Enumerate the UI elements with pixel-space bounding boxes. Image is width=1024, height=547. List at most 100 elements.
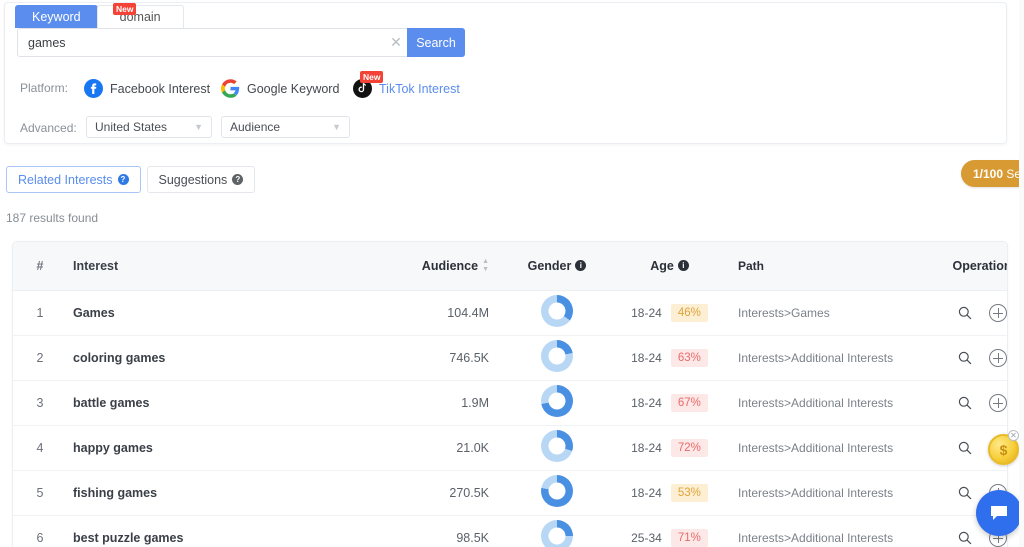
platform-option-facebook-label: Facebook Interest — [110, 81, 211, 96]
platform-option-google[interactable]: Google Keyword — [221, 79, 339, 98]
plus-circle-icon[interactable] — [989, 348, 1007, 367]
age-percent-badge: 63% — [670, 348, 708, 367]
age-range: 18-24 — [631, 305, 662, 320]
close-circle-icon[interactable]: ✕ — [1008, 430, 1019, 441]
sort-arrows-icon[interactable]: ▲ ▼ — [482, 258, 489, 273]
col-interest: Interest — [73, 258, 119, 273]
platform-option-facebook[interactable]: Facebook Interest — [84, 79, 210, 98]
row-index: 3 — [13, 379, 67, 425]
col-audience-label: Audience — [421, 258, 479, 273]
col-gender: Gender i — [507, 242, 607, 290]
help-icon[interactable]: ? — [232, 174, 244, 185]
row-age: 18-24 72% — [607, 424, 732, 470]
row-interest[interactable]: happy games — [67, 424, 397, 470]
search-input[interactable] — [18, 29, 385, 56]
row-interest[interactable]: coloring games — [67, 334, 397, 380]
gender-donut-chart — [541, 295, 573, 327]
close-x-icon[interactable]: ✕ — [385, 29, 407, 56]
table-row[interactable]: 6 best puzzle games 98.5K 25-34 71% Interests… — [13, 514, 1007, 547]
age-percent-badge: 53% — [670, 483, 708, 502]
search-card: Keyword domain New ✕ Search Platform: Fa… — [4, 2, 1007, 144]
results-count: 187 results found — [6, 211, 99, 225]
age-percent-badge: 67% — [670, 393, 708, 412]
magnifier-icon[interactable] — [957, 440, 973, 456]
tab-keyword-label: Keyword — [32, 10, 81, 24]
col-index: # — [36, 258, 44, 273]
results-table-card: # Interest Audience ▲ ▼ Gender i Age i P… — [12, 241, 1008, 547]
table-header-row: # Interest Audience ▲ ▼ Gender i Age i P… — [13, 242, 1007, 290]
row-gender — [507, 334, 607, 380]
row-path: Interests>Additional Interests — [732, 514, 922, 547]
search-type-tabs: Keyword domain — [15, 5, 184, 28]
selected-count: 1/100 — [973, 166, 1004, 181]
row-operations — [922, 379, 1007, 425]
tab-suggestions[interactable]: Suggestions ? — [146, 166, 256, 193]
col-gender-label: Gender — [527, 258, 572, 273]
magnifier-icon[interactable] — [957, 485, 973, 501]
google-icon — [221, 79, 240, 98]
row-gender — [507, 514, 607, 547]
table-row[interactable]: 1 Games 104.4M 18-24 46% Interests>Games — [13, 289, 1007, 335]
row-index: 2 — [13, 334, 67, 380]
row-interest[interactable]: best puzzle games — [67, 514, 397, 547]
platform-option-tiktok-label: TikTok Interest — [379, 81, 460, 96]
row-path: Interests>Additional Interests — [732, 424, 922, 470]
tab-related-interests-label: Related Interests — [18, 172, 113, 187]
col-path: Path — [738, 258, 765, 273]
row-audience: 270.5K — [397, 469, 507, 515]
tab-suggestions-label: Suggestions — [158, 172, 228, 187]
row-audience: 21.0K — [397, 424, 507, 470]
row-gender — [507, 289, 607, 335]
search-button[interactable]: Search — [407, 28, 465, 57]
row-interest[interactable]: fishing games — [67, 469, 397, 515]
platform-option-google-label: Google Keyword — [247, 81, 340, 96]
info-icon[interactable]: i — [575, 260, 587, 272]
col-audience[interactable]: Audience ▲ ▼ — [397, 242, 507, 290]
plus-circle-icon[interactable] — [989, 393, 1007, 412]
info-icon[interactable]: i — [677, 260, 689, 272]
search-bar: ✕ Search — [17, 28, 465, 57]
table-row[interactable]: 5 fishing games 270.5K 18-24 53% Interests>Ad… — [13, 469, 1007, 515]
selected-count-badge[interactable]: 1/100 Selected — [961, 160, 1024, 187]
age-percent-badge: 46% — [670, 303, 708, 322]
row-age: 18-24 46% — [607, 289, 732, 335]
age-range: 18-24 — [631, 485, 662, 500]
row-audience: 1.9M — [397, 379, 507, 425]
result-tabs: Related Interests ? Suggestions ? — [6, 166, 261, 193]
facebook-icon — [84, 79, 103, 98]
row-path: Interests>Additional Interests — [732, 334, 922, 380]
row-interest[interactable]: Games — [67, 289, 397, 335]
table-row[interactable]: 2 coloring games 746.5K 18-24 63% Interests>A… — [13, 334, 1007, 380]
platform-label: Platform: — [20, 81, 69, 95]
row-gender — [507, 469, 607, 515]
table-row[interactable]: 4 happy games 21.0K 18-24 72% Interests>Addit… — [13, 424, 1007, 470]
tab-related-interests[interactable]: Related Interests ? — [6, 166, 141, 193]
magnifier-icon[interactable] — [957, 305, 973, 321]
row-interest[interactable]: battle games — [67, 379, 397, 425]
tab-keyword[interactable]: Keyword — [15, 5, 98, 28]
row-age: 18-24 63% — [607, 334, 732, 380]
scrollbar[interactable] — [1019, 0, 1024, 547]
chevron-down-icon: ▼ — [332, 122, 341, 132]
help-icon[interactable]: ? — [117, 174, 129, 185]
metric-select[interactable]: Audience ▼ — [221, 116, 350, 138]
tab-domain[interactable]: domain — [96, 5, 184, 28]
row-path: Interests>Additional Interests — [732, 469, 922, 515]
row-audience: 98.5K — [397, 514, 507, 547]
magnifier-icon[interactable] — [957, 350, 973, 366]
page-root: Keyword domain New ✕ Search Platform: Fa… — [0, 0, 1024, 547]
row-operations — [922, 334, 1007, 380]
gender-donut-chart — [541, 430, 573, 462]
row-path: Interests>Games — [732, 289, 922, 335]
chat-bubble-icon[interactable] — [976, 490, 1022, 536]
new-badge-tiktok: New — [360, 71, 384, 83]
age-range: 18-24 — [631, 395, 662, 410]
table-row[interactable]: 3 battle games 1.9M 18-24 67% Interests>Addit… — [13, 379, 1007, 425]
country-select[interactable]: United States ▼ — [86, 116, 212, 138]
gender-donut-chart — [541, 520, 573, 547]
magnifier-icon[interactable] — [957, 395, 973, 411]
chevron-down-icon: ▼ — [194, 122, 203, 132]
plus-circle-icon[interactable] — [989, 303, 1007, 322]
col-age: Age i — [607, 242, 732, 290]
magnifier-icon[interactable] — [957, 530, 973, 546]
